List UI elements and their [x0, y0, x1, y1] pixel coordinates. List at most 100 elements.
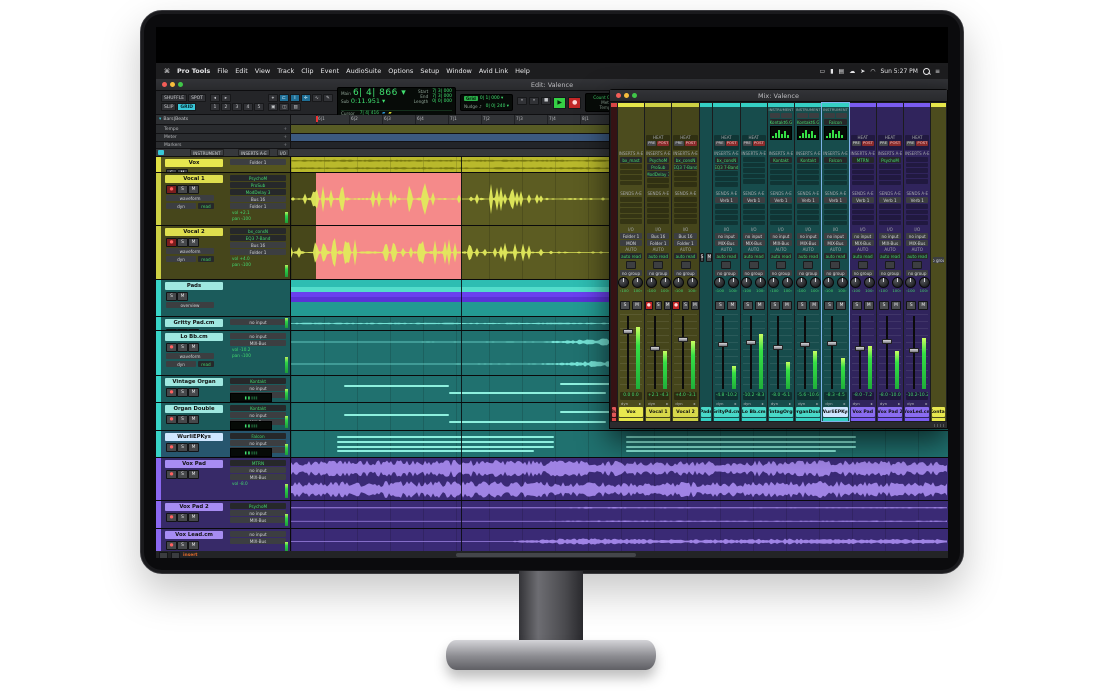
- mixer-strip-kontak[interactable]: no groupKontak: [931, 103, 946, 421]
- fast-forward-button[interactable]: »: [529, 97, 539, 105]
- track-view-selector[interactable]: waveform: [166, 195, 214, 201]
- io-selector[interactable]: no input: [230, 412, 286, 418]
- send-slot-empty[interactable]: [797, 204, 819, 209]
- send-slot-empty[interactable]: [620, 208, 642, 213]
- insert-slot[interactable]: Kontakt: [797, 157, 819, 163]
- track-name[interactable]: Gritty Pad.cm: [165, 319, 223, 327]
- io-selector[interactable]: Bus 16: [230, 242, 286, 248]
- solo-button[interactable]: S: [177, 388, 188, 397]
- input-selector[interactable]: no input: [852, 233, 874, 239]
- play-button[interactable]: ▶: [553, 97, 566, 109]
- send-slot-empty[interactable]: [647, 219, 669, 224]
- insert-chip[interactable]: ProSub: [230, 182, 286, 188]
- subrow-label-meter[interactable]: Meter+: [156, 134, 291, 141]
- strip-name[interactable]: Kontak: [932, 407, 945, 417]
- send-slot-empty[interactable]: [647, 214, 669, 219]
- stop-button[interactable]: ■: [541, 97, 551, 105]
- fader-cap[interactable]: [678, 337, 688, 342]
- insert-chip[interactable]: bx_consN: [230, 228, 286, 234]
- menubar-item-avid-link[interactable]: Avid Link: [479, 67, 508, 75]
- send-slot-empty[interactable]: [647, 203, 669, 208]
- insert-slot-empty[interactable]: [620, 175, 642, 180]
- search-icon[interactable]: [923, 68, 930, 75]
- track-content[interactable]: [291, 458, 948, 500]
- mute-button[interactable]: M: [188, 541, 199, 550]
- solo-button[interactable]: S: [743, 301, 753, 310]
- send-slot-empty[interactable]: [824, 215, 846, 220]
- zoom-window-icon[interactable]: [632, 93, 637, 98]
- send-slot-empty[interactable]: [715, 204, 737, 209]
- zoom-window-icon[interactable]: [178, 82, 183, 87]
- strip-name[interactable]: WurliEPKys: [823, 407, 847, 417]
- heat-pre-button[interactable]: PRE: [879, 141, 888, 146]
- pan-knob[interactable]: [796, 277, 807, 288]
- solo-button[interactable]: S: [879, 301, 889, 310]
- send-slot[interactable]: Verb 1: [906, 197, 928, 203]
- pan-knob[interactable]: [755, 277, 766, 288]
- insert-slot[interactable]: Falcon: [824, 157, 846, 163]
- io-selector[interactable]: no input: [230, 319, 286, 325]
- insert-slot[interactable]: ProSub: [647, 164, 669, 170]
- clip-list-toggle[interactable]: [171, 552, 180, 559]
- track-header-vintage-organ[interactable]: Vintage Organ●SMKontaktno inputMIX-Bus▮▮…: [156, 376, 291, 402]
- midi-io-selector[interactable]: [824, 113, 835, 118]
- send-slot-empty[interactable]: [770, 215, 792, 220]
- solo-button[interactable]: S: [177, 185, 188, 194]
- automation-mode-selector[interactable]: auto read: [620, 253, 642, 259]
- insert-slot-empty[interactable]: [743, 179, 765, 184]
- pan-knob[interactable]: [905, 277, 916, 288]
- heat-post-button[interactable]: POST: [753, 141, 765, 146]
- mute-button[interactable]: M: [891, 301, 901, 310]
- mixer-strip-wurliepkys[interactable]: INSTRUMENTFalconINSERTS A-EFalconSENDS A…: [822, 103, 848, 421]
- insert-slot-empty[interactable]: [743, 174, 765, 179]
- input-selector[interactable]: no input: [770, 233, 792, 239]
- solo-button[interactable]: S: [906, 301, 916, 310]
- send-slot-empty[interactable]: [674, 214, 696, 219]
- solo-button[interactable]: S: [166, 169, 177, 172]
- ruler-timebase-label[interactable]: ▾Bars|Beats: [156, 115, 291, 124]
- column-header-i-o[interactable]: I/O: [277, 149, 289, 156]
- track-list-toggle[interactable]: [159, 552, 168, 559]
- output-selector[interactable]: MON: [620, 240, 642, 246]
- pan-knob[interactable]: [864, 277, 875, 288]
- send-slot-empty[interactable]: [770, 221, 792, 226]
- io-selector[interactable]: MIX-Bus: [230, 538, 286, 544]
- grid-value-field[interactable]: Grid0| 1| 000 ▾: [464, 96, 509, 101]
- solo-button[interactable]: S: [177, 238, 188, 247]
- insert-slot[interactable]: bx_mast: [620, 157, 642, 163]
- automation-read-chip[interactable]: read: [198, 361, 214, 367]
- insert-slot-empty[interactable]: [879, 170, 901, 175]
- edit-toggle-1[interactable]: ◫: [279, 103, 289, 111]
- pan-knob[interactable]: [768, 277, 779, 288]
- solo-button[interactable]: S: [770, 301, 780, 310]
- mixer-strip-vocal-1[interactable]: HEATPREPOSTINSERTS A-EPsychoMProSubModDe…: [645, 103, 671, 421]
- send-slot[interactable]: Verb 1: [715, 197, 737, 203]
- menubar-app-name[interactable]: Pro Tools: [177, 67, 210, 75]
- input-selector[interactable]: Folder 1: [620, 233, 642, 239]
- input-selector[interactable]: no input: [797, 233, 819, 239]
- close-icon[interactable]: [162, 82, 167, 87]
- record-enable-button[interactable]: ●: [166, 513, 177, 522]
- battery-icon[interactable]: ▮: [830, 68, 833, 75]
- midi-note[interactable]: [337, 446, 554, 448]
- pan-knob[interactable]: [782, 277, 793, 288]
- heat-pre-button[interactable]: PRE: [674, 141, 683, 146]
- insert-slot-empty[interactable]: [620, 170, 642, 175]
- send-slot-empty[interactable]: [906, 204, 928, 209]
- record-enable-button[interactable]: ●: [645, 301, 652, 310]
- send-slot-empty[interactable]: [906, 215, 928, 220]
- group-selector[interactable]: no group: [620, 270, 642, 276]
- io-selector[interactable]: no input: [230, 385, 286, 391]
- zoom-preset-3[interactable]: 3: [232, 103, 242, 111]
- mute-button[interactable]: M: [177, 292, 188, 301]
- insert-slot[interactable]: EQ3 7-Band: [674, 164, 696, 170]
- track-content[interactable]: [291, 501, 948, 528]
- instrument-plugin-chip[interactable]: Kontakt6.G: [770, 119, 792, 125]
- insert-slot-empty[interactable]: [715, 177, 737, 182]
- fader-cap[interactable]: [827, 341, 837, 346]
- insert-slot-empty[interactable]: [743, 168, 765, 173]
- automation-mode-selector[interactable]: auto read: [797, 253, 819, 259]
- io-selector[interactable]: no input: [230, 333, 286, 339]
- midi-note[interactable]: [344, 414, 449, 416]
- io-selector[interactable]: Folder 1: [230, 203, 286, 209]
